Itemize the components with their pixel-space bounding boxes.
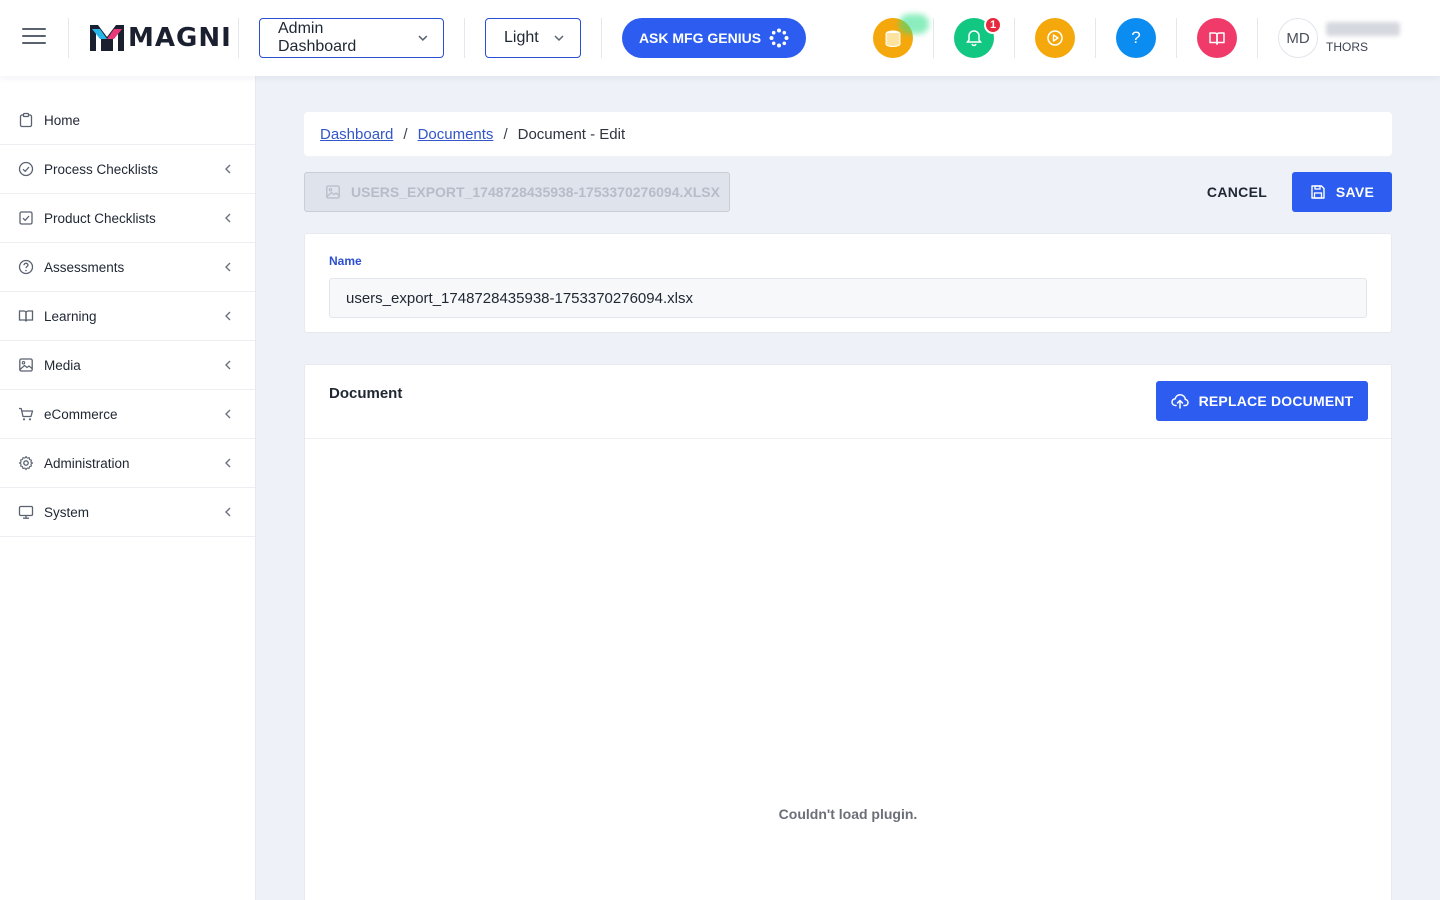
chevron-left-icon bbox=[225, 164, 231, 174]
sidebar-item-assessments[interactable]: Assessments bbox=[0, 243, 255, 292]
theme-select[interactable]: Light bbox=[485, 18, 581, 58]
sidebar-item-product-checklists[interactable]: Product Checklists bbox=[0, 194, 255, 243]
question-mark-icon: ? bbox=[1131, 28, 1141, 47]
sidebar-item-learning[interactable]: Learning bbox=[0, 292, 255, 341]
breadcrumb: Dashboard / Documents / Document - Edit bbox=[304, 112, 1392, 156]
bell-icon bbox=[966, 30, 982, 47]
document-card-header: Document REPLACE DOCUMENT bbox=[305, 365, 1391, 439]
hamburger-menu-icon[interactable] bbox=[22, 28, 46, 48]
header-divider bbox=[1014, 18, 1015, 58]
breadcrumb-separator: / bbox=[503, 125, 508, 143]
sidebar-item-label: eCommerce bbox=[44, 406, 118, 422]
sidebar-item-label: Process Checklists bbox=[44, 161, 159, 177]
save-button-label: SAVE bbox=[1335, 184, 1375, 200]
header-divider bbox=[68, 18, 69, 58]
replace-document-button[interactable]: REPLACE DOCUMENT bbox=[1156, 381, 1368, 421]
user-name-blurred bbox=[1326, 22, 1400, 36]
open-book-icon bbox=[1209, 32, 1225, 45]
ask-button-label: ASK MFG GENIUS bbox=[638, 30, 762, 46]
sidebar-item-system[interactable]: System bbox=[0, 488, 255, 537]
file-name-pill: USERS_EXPORT_1748728435938-1753370276094… bbox=[304, 172, 730, 212]
image-icon bbox=[326, 185, 340, 199]
chevron-down-icon bbox=[554, 35, 564, 42]
chevron-left-icon bbox=[225, 507, 231, 517]
sidebar: Home Process Checklists Product Checklis… bbox=[0, 76, 256, 900]
sidebar-item-label: Media bbox=[44, 357, 81, 373]
coins-button[interactable] bbox=[873, 14, 929, 58]
sidebar-item-label: Learning bbox=[44, 308, 97, 324]
breadcrumb-link-dashboard[interactable]: Dashboard bbox=[320, 126, 393, 143]
ask-mfg-genius-button[interactable]: ASK MFG GENIUS bbox=[622, 18, 806, 58]
user-organization: THORS bbox=[1326, 40, 1368, 54]
chevron-left-icon bbox=[225, 458, 231, 468]
chevron-left-icon bbox=[225, 311, 231, 321]
play-button[interactable] bbox=[1035, 18, 1075, 58]
user-avatar[interactable]: MD bbox=[1278, 18, 1318, 58]
help-button[interactable]: ? bbox=[1116, 18, 1156, 58]
breadcrumb-current: Document - Edit bbox=[517, 125, 626, 143]
sidebar-item-administration[interactable]: Administration bbox=[0, 439, 255, 488]
theme-select-value: Light bbox=[504, 29, 539, 46]
sidebar-item-ecommerce[interactable]: eCommerce bbox=[0, 390, 255, 439]
file-name-text: USERS_EXPORT_1748728435938-1753370276094… bbox=[351, 184, 720, 200]
save-button[interactable]: SAVE bbox=[1292, 172, 1392, 212]
header-divider bbox=[238, 18, 239, 58]
sidebar-item-process-checklists[interactable]: Process Checklists bbox=[0, 145, 255, 194]
cloud-upload-icon bbox=[1170, 394, 1189, 409]
play-circle-icon bbox=[1047, 30, 1063, 46]
check-circle-icon bbox=[18, 161, 34, 177]
header-divider bbox=[1257, 18, 1258, 58]
sidebar-item-media[interactable]: Media bbox=[0, 341, 255, 390]
replace-document-label: REPLACE DOCUMENT bbox=[1198, 393, 1354, 409]
plugin-error-message: Couldn't load plugin. bbox=[778, 806, 918, 822]
document-card: Document REPLACE DOCUMENT Couldn't load … bbox=[304, 364, 1392, 900]
sparkle-spinner-icon bbox=[769, 28, 789, 48]
chevron-left-icon bbox=[225, 409, 231, 419]
sidebar-item-label: Home bbox=[44, 112, 81, 128]
question-circle-icon bbox=[18, 259, 34, 275]
magni-logo-mark-icon bbox=[90, 25, 124, 51]
sidebar-item-label: Product Checklists bbox=[44, 210, 156, 226]
name-field-card: Name bbox=[304, 233, 1392, 333]
book-icon bbox=[18, 308, 34, 324]
chevron-left-icon bbox=[225, 262, 231, 272]
header-divider bbox=[601, 18, 602, 58]
floppy-disk-icon bbox=[1311, 185, 1325, 199]
name-input[interactable] bbox=[329, 278, 1367, 318]
top-header: MAGNI Admin Dashboard Light ASK MFG GENI… bbox=[0, 0, 1440, 76]
coins-icon bbox=[885, 30, 901, 48]
cart-icon bbox=[18, 406, 34, 422]
sidebar-item-home[interactable]: Home bbox=[0, 96, 255, 145]
logo-text: MAGNI bbox=[128, 23, 232, 53]
sidebar-nav: Home Process Checklists Product Checklis… bbox=[0, 96, 255, 537]
sidebar-item-label: Assessments bbox=[44, 259, 125, 275]
breadcrumb-separator: / bbox=[403, 125, 408, 143]
chevron-left-icon bbox=[225, 360, 231, 370]
gear-icon bbox=[18, 455, 34, 471]
name-field-label: Name bbox=[329, 254, 362, 268]
check-square-icon bbox=[18, 210, 34, 226]
sidebar-item-label: System bbox=[44, 504, 90, 520]
notification-badge: 1 bbox=[984, 16, 1002, 34]
cancel-button[interactable]: CANCEL bbox=[1196, 172, 1278, 212]
header-divider bbox=[1176, 18, 1177, 58]
header-divider bbox=[1095, 18, 1096, 58]
document-section-title: Document bbox=[329, 385, 403, 402]
chevron-left-icon bbox=[225, 213, 231, 223]
clipboard-icon bbox=[18, 112, 34, 128]
image-icon bbox=[18, 357, 34, 373]
guide-book-button[interactable] bbox=[1197, 18, 1237, 58]
chevron-down-icon bbox=[418, 35, 428, 41]
magni-logo[interactable]: MAGNI bbox=[90, 22, 232, 54]
sidebar-item-label: Administration bbox=[44, 455, 130, 471]
header-divider bbox=[933, 18, 934, 58]
dashboard-select-value: Admin Dashboard bbox=[278, 20, 357, 55]
header-divider bbox=[464, 18, 465, 58]
coins-count-blurred bbox=[899, 14, 929, 34]
monitor-icon bbox=[18, 504, 34, 520]
dashboard-select[interactable]: Admin Dashboard bbox=[259, 18, 444, 58]
breadcrumb-link-documents[interactable]: Documents bbox=[418, 126, 494, 143]
notifications-button[interactable]: 1 bbox=[954, 16, 1002, 58]
